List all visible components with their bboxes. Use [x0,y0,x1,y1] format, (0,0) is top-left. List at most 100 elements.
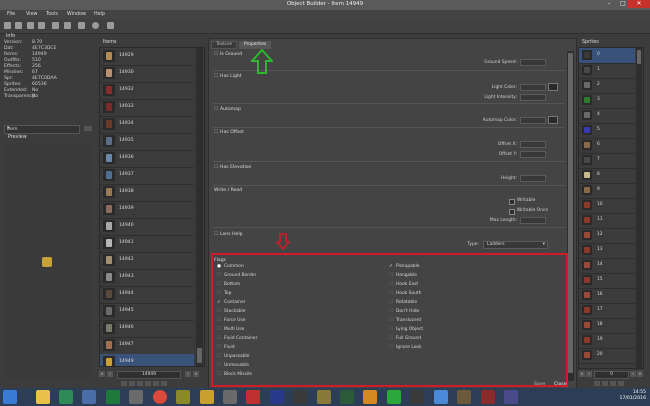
app-icon[interactable] [387,390,401,404]
list-item[interactable]: 8 [579,168,635,184]
menu-file[interactable]: File [7,12,15,17]
flag-top[interactable]: ☐ Top [216,291,231,296]
sprites-scrollbar[interactable] [636,48,642,368]
list-item[interactable]: 2 [579,78,635,94]
light-color-swatch[interactable] [548,83,558,91]
light-intensity-input[interactable] [520,94,546,101]
offset-y-input[interactable] [520,151,546,158]
app-icon[interactable] [481,390,495,404]
save-button[interactable]: Save [534,382,545,387]
app-icon[interactable] [223,390,237,404]
file-explorer-icon[interactable] [36,390,50,404]
prev-page-button[interactable]: ‹ [107,371,113,377]
flag-unmovable[interactable]: ☐ Unmovable [216,363,249,368]
sprite-id-field[interactable]: 0 [594,371,629,379]
flag-rotatable[interactable]: ☐ Rotatable [388,300,417,305]
new-icon[interactable] [4,22,11,29]
flag-hook-east[interactable]: ☐ Hook East [388,282,418,287]
list-item[interactable]: 20 [579,348,635,364]
import-icon[interactable] [52,22,59,29]
menu-help[interactable]: Help [94,12,105,17]
items-scrollbar[interactable] [196,48,203,366]
list-item[interactable]: 17 [579,303,635,319]
prev-page-button[interactable]: ‹ [586,371,592,377]
list-item[interactable]: 14942 [100,252,194,270]
menu-view[interactable]: View [26,12,37,17]
save-icon[interactable] [38,22,45,29]
list-item[interactable]: 10 [579,198,635,214]
tab-texture[interactable]: Texture [211,41,238,49]
flag-lying-object[interactable]: ☐ Lying Object [388,327,423,332]
flag-pickupable[interactable]: ✓ Pickupable [388,264,419,269]
chrome-icon[interactable] [153,390,167,404]
find-icon[interactable] [78,22,85,29]
list-item[interactable]: 11 [579,213,635,229]
app-icon[interactable] [363,390,377,404]
lock-icon[interactable] [84,126,92,131]
flag-common[interactable]: ● Common [216,264,244,269]
list-item[interactable]: 14941 [100,235,194,253]
menu-window[interactable]: Window [67,12,86,17]
max-length-input[interactable] [520,217,546,224]
remove-sprite-icon[interactable] [618,381,624,386]
offset-x-input[interactable] [520,141,546,148]
remove-item-icon[interactable] [161,381,167,386]
list-item[interactable]: 14932 [100,82,194,100]
list-item[interactable]: 14935 [100,133,194,151]
list-item[interactable]: 14946 [100,320,194,338]
list-item[interactable]: 14940 [100,218,194,236]
list-item[interactable]: 5 [579,123,635,139]
app-icon[interactable] [504,390,518,404]
app-icon[interactable] [340,390,354,404]
game-icon[interactable] [200,390,214,404]
app-icon[interactable] [293,390,307,404]
app-icon[interactable] [410,390,424,404]
open-icon[interactable] [15,22,22,29]
flag-multi-use[interactable]: ☐ Multi Use [216,327,244,332]
list-item[interactable]: 14936 [100,150,194,168]
items-scrollbar-thumb[interactable] [197,348,202,363]
automap-color-swatch[interactable] [548,116,558,124]
list-item[interactable]: 19 [579,333,635,349]
properties-scrollbar-thumb[interactable] [568,53,573,373]
writable-checkbox[interactable] [509,199,515,205]
system-tray-clock[interactable]: 14:55 17/01/2016 [620,390,646,402]
list-item[interactable]: 14 [579,258,635,274]
list-item[interactable]: 16 [579,288,635,304]
replace-sprite-icon[interactable] [594,381,600,386]
flag-fluid-container[interactable]: ☐ Fluid Container [216,336,257,341]
category-select[interactable]: Item ▾ [4,125,80,134]
list-item-selected[interactable]: 14949 [100,354,194,366]
spreadsheet-icon[interactable] [106,390,120,404]
app-icon[interactable] [317,390,331,404]
last-page-button[interactable]: » [193,371,199,377]
height-input[interactable] [520,175,546,182]
list-item[interactable]: 12 [579,228,635,244]
duplicate-item-icon[interactable] [145,381,151,386]
list-item[interactable]: 15 [579,273,635,289]
export-item-icon[interactable] [129,381,135,386]
edit-item-icon[interactable] [137,381,143,386]
flag-ignore-look[interactable]: ☐ Ignore Look [388,345,422,350]
flag-dont-hide[interactable]: ☐ Don't Hide [388,309,419,314]
last-page-button[interactable]: » [637,371,643,377]
info-icon[interactable] [92,22,99,29]
list-item-selected[interactable]: 0 [579,48,635,64]
list-item[interactable]: 14944 [100,286,194,304]
type-dropdown[interactable]: Ladders ▾ [483,241,548,249]
next-page-button[interactable]: › [185,371,191,377]
list-item[interactable]: 14943 [100,269,194,287]
app-icon[interactable] [129,390,143,404]
app-icon[interactable] [457,390,471,404]
menu-tools[interactable]: Tools [46,12,58,17]
export-icon[interactable] [64,22,71,29]
list-item[interactable]: 18 [579,318,635,334]
flag-unpassable[interactable]: ☐ Unpassable [216,354,249,359]
list-item[interactable]: 14930 [100,65,194,83]
list-item[interactable]: 14937 [100,167,194,185]
list-item[interactable]: 1 [579,63,635,79]
minimize-button[interactable]: – [602,0,616,8]
flag-ground-border[interactable]: ☐ Ground Border [216,273,256,278]
replace-icon[interactable] [121,381,127,386]
flag-bottom[interactable]: ☐ Bottom [216,282,240,287]
